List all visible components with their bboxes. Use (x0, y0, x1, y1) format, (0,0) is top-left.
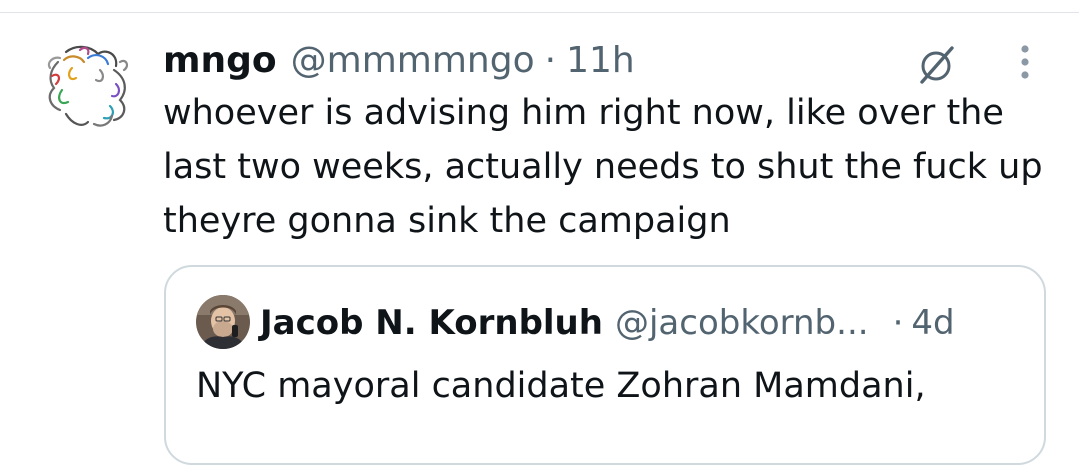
user-handle[interactable]: @mmmmngo (291, 40, 535, 81)
top-divider (0, 12, 1079, 13)
profile-photo-icon (196, 295, 250, 349)
quote-tweet-card[interactable]: Jacob N. Kornbluh @jacobkornb... · 4d NY… (164, 265, 1046, 465)
quote-user-handle[interactable]: @jacobkornb... (615, 303, 869, 343)
grok-icon (920, 46, 954, 84)
quote-timestamp[interactable]: 4d (911, 303, 954, 343)
timestamp[interactable]: 11h (566, 40, 635, 81)
quote-avatar[interactable] (196, 295, 250, 349)
separator-dot: · (544, 39, 557, 81)
more-vertical-icon (1021, 45, 1029, 79)
display-name[interactable]: mngo (163, 40, 277, 81)
quote-display-name[interactable]: Jacob N. Kornbluh (260, 303, 603, 343)
tweet-header: mngo @mmmmngo · 11h (163, 36, 635, 84)
grok-button[interactable] (912, 40, 962, 90)
more-options-button[interactable] (1005, 40, 1045, 84)
scribble-avatar-icon (47, 45, 129, 127)
tweet-text: whoever is advising him right now, like … (163, 93, 1043, 241)
quote-separator-dot: · (892, 303, 904, 343)
quote-header: Jacob N. Kornbluh @jacobkornb... · 4d (260, 295, 955, 351)
quote-text: NYC mayoral candidate Zohran Mamdani, (196, 366, 926, 406)
avatar[interactable] (36, 40, 136, 140)
